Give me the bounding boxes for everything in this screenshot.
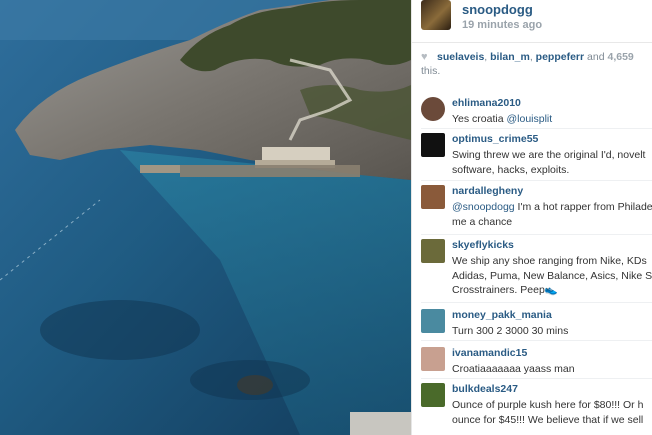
like-separator: , [484, 51, 488, 63]
comment-text: Croatiaaaaaaa yaass man [452, 363, 575, 375]
like-user-2[interactable]: bilan_m [490, 51, 530, 63]
avatar[interactable] [421, 97, 445, 121]
avatar[interactable] [421, 0, 451, 30]
post-timestamp[interactable]: 19 minutes ago [462, 19, 542, 31]
comment-text: Turn 300 2 3000 30 mins [452, 325, 569, 337]
comment-text: Ounce of purple kush here for $80!!! Or … [452, 399, 644, 426]
divider [421, 340, 652, 341]
post-username[interactable]: snoopdogg [462, 2, 533, 17]
post-details-panel: snoopdogg 19 minutes ago ♥ suelaveis, bil… [411, 0, 652, 435]
divider [421, 234, 652, 235]
divider [421, 302, 652, 303]
avatar[interactable] [421, 133, 445, 157]
post-header: snoopdogg 19 minutes ago [412, 0, 652, 43]
avatar[interactable] [421, 309, 445, 333]
coastline-photo [0, 0, 411, 435]
avatar[interactable] [421, 239, 445, 263]
comment-text: We ship any shoe ranging from Nike, KDs A… [452, 255, 652, 296]
like-user-1[interactable]: suelaveis [437, 51, 484, 63]
comment-text: @snoopdogg I'm a hot rapper from Philade… [452, 201, 652, 228]
avatar[interactable] [421, 347, 445, 371]
avatar[interactable] [421, 185, 445, 209]
divider [421, 180, 652, 181]
comment-username[interactable]: money_pakk_mania [452, 309, 552, 321]
comment-username[interactable]: skyeflykicks [452, 239, 514, 251]
comment-text: Swing threw we are the original I'd, nov… [452, 149, 646, 176]
divider [421, 128, 652, 129]
comment-username[interactable]: nardallegheny [452, 185, 523, 197]
comment-username[interactable]: ehlimana2010 [452, 97, 521, 109]
heart-icon: ♥ [421, 51, 428, 63]
comment-username[interactable]: optimus_crime55 [452, 133, 538, 145]
comment-username[interactable]: bulkdeals247 [452, 383, 518, 395]
like-suffix: this. [421, 65, 441, 77]
comment-username[interactable]: ivanamandic15 [452, 347, 527, 359]
likes-summary: ♥ suelaveis, bilan_m, peppeferr and 4,659… [421, 50, 652, 78]
comment-text: Yes croatia @louisplit [452, 113, 553, 125]
mention-link[interactable]: @snoopdogg [452, 201, 515, 213]
divider [421, 378, 652, 379]
mention-link[interactable]: @louisplit [506, 113, 552, 125]
like-separator: , [529, 51, 533, 63]
like-user-3[interactable]: peppeferr [536, 51, 584, 63]
avatar[interactable] [421, 383, 445, 407]
like-count[interactable]: 4,659 [607, 51, 633, 63]
post-photo[interactable] [0, 0, 411, 435]
like-and-text: and [587, 51, 605, 63]
